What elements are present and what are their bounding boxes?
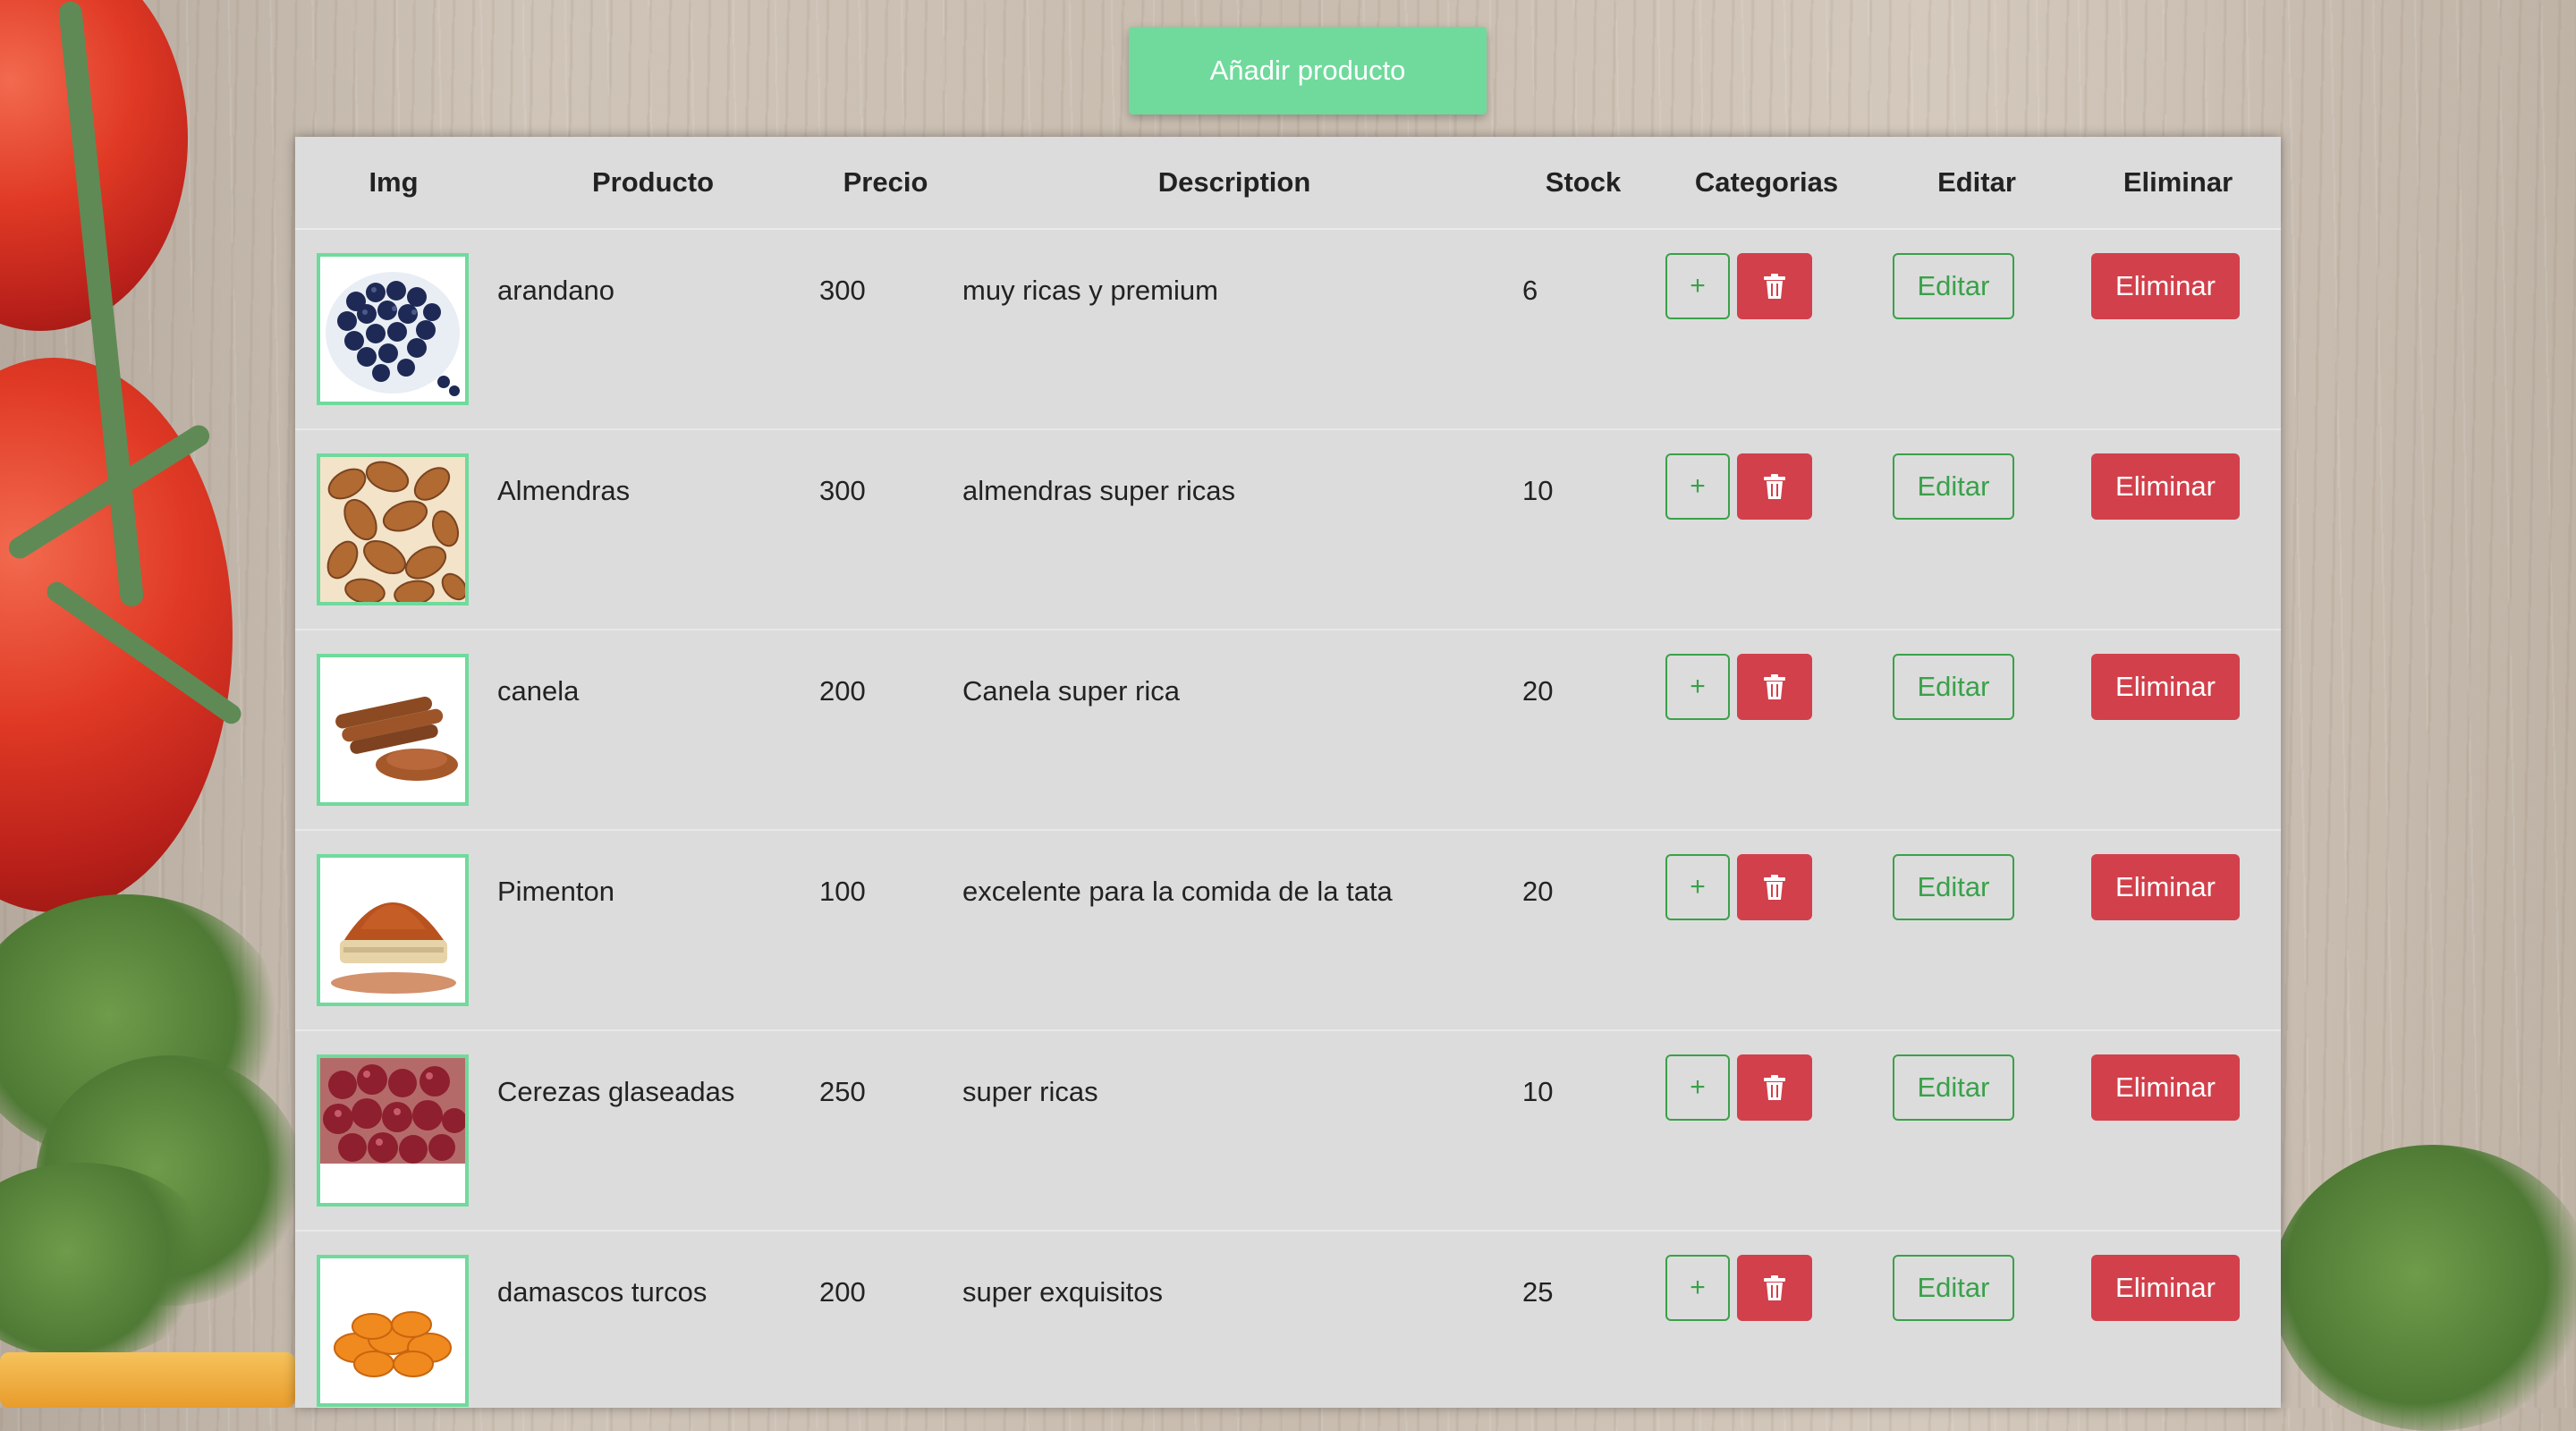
product-image-glazed-cherries xyxy=(317,1054,469,1207)
add-product-button[interactable]: Añadir producto xyxy=(1129,27,1487,114)
product-name: Cerezas glaseadas xyxy=(492,1030,814,1232)
remove-category-button[interactable] xyxy=(1737,1255,1812,1321)
product-description: muy ricas y premium xyxy=(957,229,1512,430)
product-name: canela xyxy=(492,630,814,831)
add-category-button[interactable]: + xyxy=(1665,654,1730,720)
product-stock: 10 xyxy=(1512,429,1655,631)
product-image-cinnamon xyxy=(317,654,469,806)
remove-category-button[interactable] xyxy=(1737,1054,1812,1121)
herb-decoration xyxy=(2272,1145,2576,1431)
product-image-paprika xyxy=(317,854,469,1006)
trash-icon xyxy=(1764,1275,1785,1300)
product-price: 200 xyxy=(814,1231,957,1408)
edit-button[interactable]: Editar xyxy=(1893,253,2014,319)
table-row: arandano 300 muy ricas y premium 6 + Edi… xyxy=(295,229,2281,430)
trash-icon xyxy=(1764,674,1785,699)
column-header-edit: Editar xyxy=(1878,137,2075,230)
product-description: Canela super rica xyxy=(957,630,1512,831)
trash-icon xyxy=(1764,474,1785,499)
add-category-button[interactable]: + xyxy=(1665,1054,1730,1121)
trash-icon xyxy=(1764,875,1785,900)
product-name: Almendras xyxy=(492,429,814,631)
product-name: arandano xyxy=(492,229,814,430)
product-description: excelente para la comida de la tata xyxy=(957,830,1512,1031)
add-category-button[interactable]: + xyxy=(1665,453,1730,520)
product-price: 300 xyxy=(814,429,957,631)
column-header-img: Img xyxy=(295,137,492,230)
product-price: 300 xyxy=(814,229,957,430)
remove-category-button[interactable] xyxy=(1737,854,1812,920)
remove-category-button[interactable] xyxy=(1737,253,1812,319)
column-header-price: Precio xyxy=(814,137,957,230)
cheese-decoration xyxy=(0,1352,295,1408)
table-row: damascos turcos 200 super exquisitos 25 … xyxy=(295,1231,2281,1408)
table-row: Pimenton 100 excelente para la comida de… xyxy=(295,830,2281,1031)
product-price: 200 xyxy=(814,630,957,831)
delete-button[interactable]: Eliminar xyxy=(2091,253,2240,319)
product-description: super ricas xyxy=(957,1030,1512,1232)
product-price: 100 xyxy=(814,830,957,1031)
table-row: Almendras 300 almendras super ricas 10 +… xyxy=(295,429,2281,631)
product-stock: 25 xyxy=(1512,1231,1655,1408)
column-header-categories: Categorias xyxy=(1655,137,1878,230)
product-description: super exquisitos xyxy=(957,1231,1512,1408)
delete-button[interactable]: Eliminar xyxy=(2091,453,2240,520)
product-image-dried-apricots xyxy=(317,1255,469,1407)
delete-button[interactable]: Eliminar xyxy=(2091,854,2240,920)
trash-icon xyxy=(1764,274,1785,299)
product-name: damascos turcos xyxy=(492,1231,814,1408)
edit-button[interactable]: Editar xyxy=(1893,654,2014,720)
column-header-stock: Stock xyxy=(1512,137,1655,230)
product-stock: 20 xyxy=(1512,830,1655,1031)
product-stock: 20 xyxy=(1512,630,1655,831)
edit-button[interactable]: Editar xyxy=(1893,1054,2014,1121)
products-table-panel: Img Producto Precio Description Stock Ca… xyxy=(295,137,2281,1408)
table-row: canela 200 Canela super rica 20 + Editar… xyxy=(295,630,2281,831)
edit-button[interactable]: Editar xyxy=(1893,1255,2014,1321)
product-stock: 10 xyxy=(1512,1030,1655,1232)
delete-button[interactable]: Eliminar xyxy=(2091,1255,2240,1321)
delete-button[interactable]: Eliminar xyxy=(2091,654,2240,720)
edit-button[interactable]: Editar xyxy=(1893,453,2014,520)
edit-button[interactable]: Editar xyxy=(1893,854,2014,920)
product-image-almonds xyxy=(317,453,469,605)
products-table: Img Producto Precio Description Stock Ca… xyxy=(295,137,2281,1408)
product-price: 250 xyxy=(814,1030,957,1232)
add-category-button[interactable]: + xyxy=(1665,1255,1730,1321)
column-header-delete: Eliminar xyxy=(2075,137,2281,230)
remove-category-button[interactable] xyxy=(1737,453,1812,520)
table-row: Cerezas glaseadas 250 super ricas 10 + E… xyxy=(295,1030,2281,1232)
product-name: Pimenton xyxy=(492,830,814,1031)
product-description: almendras super ricas xyxy=(957,429,1512,631)
product-stock: 6 xyxy=(1512,229,1655,430)
delete-button[interactable]: Eliminar xyxy=(2091,1054,2240,1121)
column-header-product: Producto xyxy=(492,137,814,230)
remove-category-button[interactable] xyxy=(1737,654,1812,720)
add-category-button[interactable]: + xyxy=(1665,253,1730,319)
trash-icon xyxy=(1764,1075,1785,1100)
column-header-description: Description xyxy=(957,137,1512,230)
product-image-blueberries xyxy=(317,253,469,405)
table-header-row: Img Producto Precio Description Stock Ca… xyxy=(295,137,2281,230)
add-category-button[interactable]: + xyxy=(1665,854,1730,920)
